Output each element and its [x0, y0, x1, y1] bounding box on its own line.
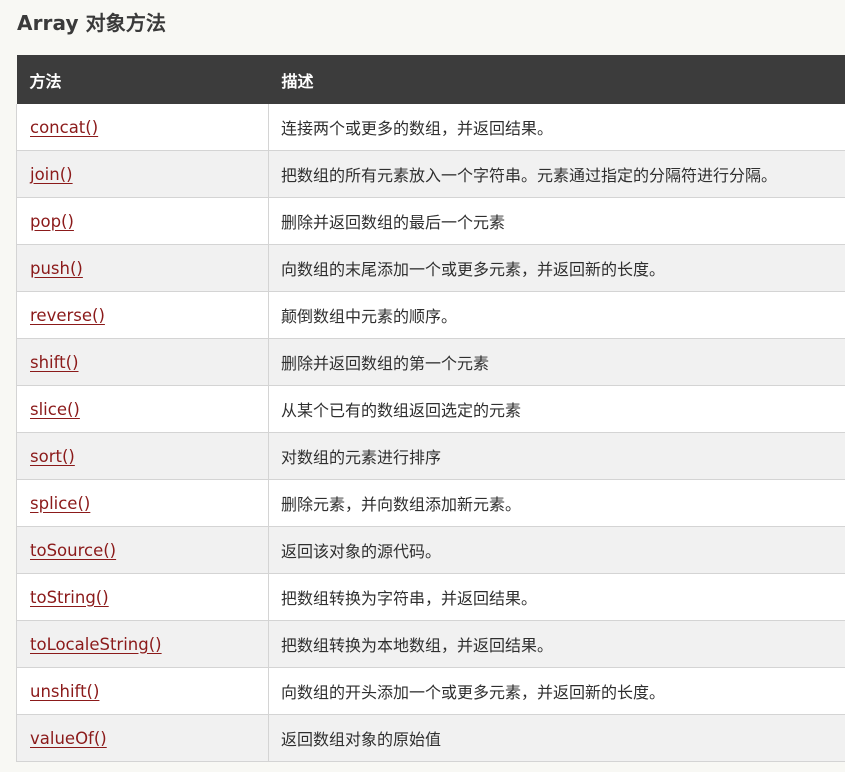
method-link-tolocalestring[interactable]: toLocaleString() [30, 635, 162, 654]
method-description: 对数组的元素进行排序 [281, 448, 442, 467]
method-description: 返回该对象的源代码。 [281, 542, 442, 561]
method-cell: slice() [16, 385, 269, 433]
description-cell: 连接两个或更多的数组，并返回结果。 [268, 104, 845, 151]
header-description: 描述 [268, 55, 845, 104]
methods-table: 方法 描述 concat() 连接两个或更多的数组，并返回结果。 join() … [16, 55, 845, 762]
table-row: toLocaleString() 把数组转换为本地数组，并返回结果。 [16, 620, 845, 668]
description-cell: 删除元素，并向数组添加新元素。 [268, 479, 845, 527]
method-link-tosource[interactable]: toSource() [30, 541, 116, 560]
method-link-splice[interactable]: splice() [30, 494, 90, 513]
method-description: 从某个已有的数组返回选定的元素 [281, 401, 522, 420]
method-cell: toSource() [16, 526, 269, 574]
description-cell: 对数组的元素进行排序 [268, 432, 845, 480]
table-row: unshift() 向数组的开头添加一个或更多元素，并返回新的长度。 [16, 667, 845, 715]
method-cell: toLocaleString() [16, 620, 269, 668]
method-cell: sort() [16, 432, 269, 480]
table-row: slice() 从某个已有的数组返回选定的元素 [16, 385, 845, 433]
method-link-concat[interactable]: concat() [30, 118, 98, 137]
method-description: 向数组的末尾添加一个或更多元素，并返回新的长度。 [281, 260, 666, 279]
description-cell: 把数组转换为字符串，并返回结果。 [268, 573, 845, 621]
method-cell: pop() [16, 197, 269, 245]
method-cell: valueOf() [16, 714, 269, 762]
method-cell: concat() [16, 104, 269, 151]
method-link-join[interactable]: join() [30, 165, 73, 184]
method-link-sort[interactable]: sort() [30, 447, 75, 466]
method-description: 把数组转换为本地数组，并返回结果。 [281, 636, 554, 655]
table-row: join() 把数组的所有元素放入一个字符串。元素通过指定的分隔符进行分隔。 [16, 150, 845, 198]
method-link-shift[interactable]: shift() [30, 353, 79, 372]
method-description: 删除并返回数组的最后一个元素 [281, 213, 506, 232]
description-cell: 把数组转换为本地数组，并返回结果。 [268, 620, 845, 668]
description-cell: 颠倒数组中元素的顺序。 [268, 291, 845, 339]
method-description: 颠倒数组中元素的顺序。 [281, 307, 458, 326]
page-title: Array 对象方法 [17, 11, 167, 35]
description-cell: 向数组的末尾添加一个或更多元素，并返回新的长度。 [268, 244, 845, 292]
table-row: sort() 对数组的元素进行排序 [16, 432, 845, 480]
method-link-valueof[interactable]: valueOf() [30, 729, 107, 748]
table-row: reverse() 颠倒数组中元素的顺序。 [16, 291, 845, 339]
table-row: valueOf() 返回数组对象的原始值 [16, 714, 845, 762]
page: Array 对象方法 方法 描述 concat() 连接两个或更多的数组，并返回… [0, 0, 845, 772]
table-row: pop() 删除并返回数组的最后一个元素 [16, 197, 845, 245]
table-row: push() 向数组的末尾添加一个或更多元素，并返回新的长度。 [16, 244, 845, 292]
method-link-reverse[interactable]: reverse() [30, 306, 105, 325]
table-row: toSource() 返回该对象的源代码。 [16, 526, 845, 574]
method-description: 删除并返回数组的第一个元素 [281, 354, 490, 373]
method-link-unshift[interactable]: unshift() [30, 682, 99, 701]
method-description: 把数组的所有元素放入一个字符串。元素通过指定的分隔符进行分隔。 [281, 166, 778, 185]
description-cell: 向数组的开头添加一个或更多元素，并返回新的长度。 [268, 667, 845, 715]
table-row: splice() 删除元素，并向数组添加新元素。 [16, 479, 845, 527]
method-cell: unshift() [16, 667, 269, 715]
method-link-slice[interactable]: slice() [30, 400, 80, 419]
table-header-row: 方法 描述 [16, 55, 845, 104]
method-cell: join() [16, 150, 269, 198]
description-cell: 从某个已有的数组返回选定的元素 [268, 385, 845, 433]
method-cell: toString() [16, 573, 269, 621]
method-description: 向数组的开头添加一个或更多元素，并返回新的长度。 [281, 683, 666, 702]
table-row: shift() 删除并返回数组的第一个元素 [16, 338, 845, 386]
description-cell: 把数组的所有元素放入一个字符串。元素通过指定的分隔符进行分隔。 [268, 150, 845, 198]
description-cell: 返回该对象的源代码。 [268, 526, 845, 574]
method-cell: reverse() [16, 291, 269, 339]
method-link-tostring[interactable]: toString() [30, 588, 109, 607]
method-link-push[interactable]: push() [30, 259, 83, 278]
table-row: toString() 把数组转换为字符串，并返回结果。 [16, 573, 845, 621]
description-cell: 删除并返回数组的最后一个元素 [268, 197, 845, 245]
description-cell: 删除并返回数组的第一个元素 [268, 338, 845, 386]
description-cell: 返回数组对象的原始值 [268, 714, 845, 762]
method-description: 连接两个或更多的数组，并返回结果。 [281, 119, 554, 138]
table-row: concat() 连接两个或更多的数组，并返回结果。 [16, 104, 845, 151]
method-description: 返回数组对象的原始值 [281, 730, 442, 749]
method-description: 删除元素，并向数组添加新元素。 [281, 495, 522, 514]
method-description: 把数组转换为字符串，并返回结果。 [281, 589, 538, 608]
method-link-pop[interactable]: pop() [30, 212, 74, 231]
table-body: concat() 连接两个或更多的数组，并返回结果。 join() 把数组的所有… [16, 104, 845, 762]
header-method: 方法 [16, 55, 269, 104]
method-cell: shift() [16, 338, 269, 386]
method-cell: splice() [16, 479, 269, 527]
method-cell: push() [16, 244, 269, 292]
